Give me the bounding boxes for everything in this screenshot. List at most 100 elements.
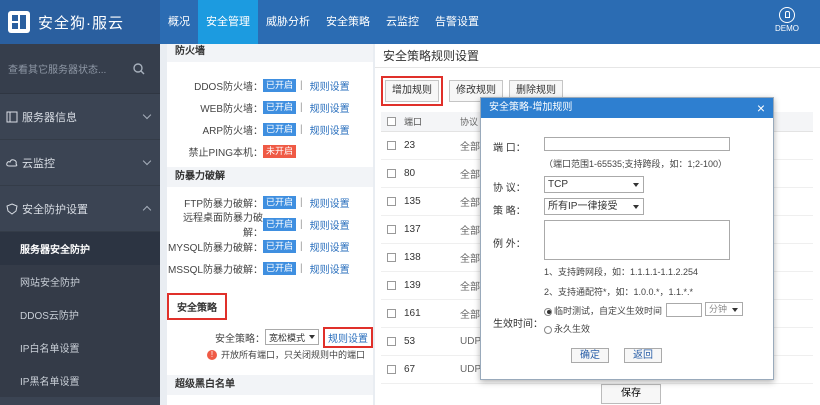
status-badge[interactable]: 已开启 <box>263 100 297 114</box>
effective-time-label: 生效时间： <box>493 319 543 330</box>
rule-settings-link[interactable]: 规则设置 <box>310 217 350 232</box>
radio-permanent[interactable] <box>544 325 552 334</box>
dropdown-arrow-icon <box>633 183 639 187</box>
add-rule-dialog: 安全策略-增加规则 × 端 口： （端口范围1-65535;支持跨段，如：1;2… <box>480 97 774 380</box>
policy-note-text: 开放所有端口，只关闭规则中的端口 <box>221 350 366 360</box>
permanent-option[interactable]: 永久生效 <box>544 322 590 335</box>
setting-row-mssql: MSSQL防暴力破解： 已开启 | 规则设置 <box>167 257 373 279</box>
app-title: 安全狗·服云 <box>38 14 124 32</box>
protocol-select[interactable]: TCP <box>544 176 644 193</box>
rule-settings-link[interactable]: 规则设置 <box>310 122 350 137</box>
duration-unit-select[interactable]: 分钟 <box>705 302 743 316</box>
status-badge[interactable]: 已开启 <box>263 78 297 92</box>
add-rule-button[interactable]: 增加规则 <box>385 80 439 102</box>
exception-label: 例 外： <box>493 239 526 250</box>
setting-row-ping: 禁止PING本机： 未开启 <box>167 140 373 162</box>
nav-threat-analysis[interactable]: 威胁分析 <box>258 0 318 44</box>
chevron-down-icon <box>142 156 152 166</box>
row-checkbox[interactable] <box>387 141 396 150</box>
protocol-label: 协 议： <box>493 183 526 194</box>
status-badge[interactable]: 已开启 <box>263 122 297 136</box>
policy-mode-select[interactable]: 宽松模式 <box>264 329 319 345</box>
server-search[interactable]: 查看其它服务器状态... <box>0 44 160 94</box>
sidebar-sub-server-protection[interactable]: 服务器安全防护 <box>0 232 160 265</box>
rule-settings-link[interactable]: 规则设置 <box>310 195 350 210</box>
exception-textarea[interactable] <box>544 220 730 260</box>
policy-label: 策 略： <box>493 206 526 217</box>
super-blacklist-section-title: 超级黑白名单 <box>167 375 373 395</box>
search-placeholder[interactable]: 查看其它服务器状态... <box>8 61 106 76</box>
top-nav: 概况 安全管理 威胁分析 安全策略 云监控 告警设置 <box>160 0 487 44</box>
setting-label: DDOS防火墙： <box>194 81 263 93</box>
sidebar-item-label: 云监控 <box>22 157 55 170</box>
temp-test-label: 临时测试，自定义生效时间 <box>554 306 663 316</box>
dialog-title: 安全策略-增加规则 <box>489 102 573 113</box>
port-input[interactable] <box>544 137 730 151</box>
sidebar-sub-ddos-protection[interactable]: DDOS云防护 <box>0 298 160 331</box>
separator: | <box>300 218 303 230</box>
setting-label: MYSQL防暴力破解： <box>167 242 263 254</box>
sidebar-item-cloud-monitor[interactable]: 云监控 <box>0 140 160 186</box>
setting-row-mysql: MYSQL防暴力破解： 已开启 | 规则设置 <box>167 235 373 257</box>
user-menu[interactable]: DEMO <box>772 6 802 38</box>
nav-security-management[interactable]: 安全管理 <box>198 0 258 44</box>
row-checkbox[interactable] <box>387 253 396 262</box>
brute-force-section-title: 防暴力破解 <box>167 167 373 187</box>
rule-settings-link[interactable]: 规则设置 <box>310 100 350 115</box>
logo[interactable]: 安全狗·服云 <box>0 0 160 44</box>
page-title: 安全策略规则设置 <box>375 44 820 68</box>
row-checkbox[interactable] <box>387 225 396 234</box>
row-checkbox[interactable] <box>387 197 396 206</box>
row-checkbox[interactable] <box>387 281 396 290</box>
sidebar-item-security-settings[interactable]: 安全防护设置 <box>0 186 160 232</box>
chevron-up-icon <box>142 205 152 215</box>
setting-label: WEB防火墙： <box>200 103 263 115</box>
status-badge[interactable]: 已开启 <box>263 217 297 231</box>
nav-alert-settings[interactable]: 告警设置 <box>427 0 487 44</box>
separator: | <box>300 79 303 91</box>
port-hint: （端口范围1-65535;支持跨段，如：1;2-100） <box>544 159 728 169</box>
sidebar-sub-website-protection[interactable]: 网站安全防护 <box>0 265 160 298</box>
status-badge[interactable]: 已开启 <box>263 261 297 275</box>
sidebar-sub-ip-blacklist[interactable]: IP黑名单设置 <box>0 364 160 397</box>
rule-settings-link[interactable]: 规则设置 <box>310 261 350 276</box>
temp-test-option[interactable]: 临时测试，自定义生效时间 <box>544 304 662 317</box>
setting-label: ARP防火墙： <box>202 125 263 137</box>
sidebar-sub-ip-whitelist[interactable]: IP白名单设置 <box>0 331 160 364</box>
back-button[interactable]: 返回 <box>624 348 662 363</box>
sidebar: 查看其它服务器状态... 服务器信息 云监控 安全防护设置 服务器安全防护 网站… <box>0 44 160 405</box>
row-checkbox[interactable] <box>387 365 396 374</box>
duration-input[interactable] <box>666 303 702 317</box>
save-button[interactable]: 保存 <box>601 384 661 404</box>
rule-settings-link[interactable]: 规则设置 <box>310 78 350 93</box>
row-checkbox[interactable] <box>387 309 396 318</box>
row-checkbox[interactable] <box>387 169 396 178</box>
select-value: 宽松模式 <box>268 332 305 343</box>
sidebar-item-server-info[interactable]: 服务器信息 <box>0 94 160 140</box>
confirm-button[interactable]: 确定 <box>571 348 609 363</box>
exception-hint-2: 2、支持通配符*，如：1.0.0.*，1.1.*.* <box>544 287 694 297</box>
status-badge[interactable]: 已开启 <box>263 239 297 253</box>
close-icon[interactable]: × <box>757 98 765 118</box>
rule-settings-link[interactable]: 规则设置 <box>310 239 350 254</box>
policy-rule-settings-link[interactable]: 规则设置 <box>323 326 373 348</box>
status-badge[interactable]: 已开启 <box>263 195 297 209</box>
radio-temp-test[interactable] <box>544 307 552 316</box>
policy-select[interactable]: 所有IP一律接受 <box>544 198 644 215</box>
setting-row-web: WEB防火墙： 已开启 | 规则设置 <box>167 96 373 118</box>
firewall-section-title: 防火墙 <box>167 44 373 62</box>
nav-cloud-monitor[interactable]: 云监控 <box>378 0 427 44</box>
row-checkbox[interactable] <box>387 337 396 346</box>
setting-row-ddos: DDOS防火墙： 已开启 | 规则设置 <box>167 74 373 96</box>
setting-label: 安全策略： <box>214 333 265 345</box>
select-all-checkbox[interactable] <box>387 117 396 126</box>
nav-overview[interactable]: 概况 <box>160 0 198 44</box>
search-icon[interactable] <box>128 58 150 80</box>
separator: | <box>300 123 303 135</box>
nav-security-policy[interactable]: 安全策略 <box>318 0 378 44</box>
dialog-header: 安全策略-增加规则 × <box>481 98 773 118</box>
status-badge[interactable]: 未开启 <box>263 144 297 158</box>
separator: | <box>300 262 303 274</box>
setting-label: MSSQL防暴力破解： <box>167 264 263 276</box>
shield-icon <box>6 202 18 215</box>
